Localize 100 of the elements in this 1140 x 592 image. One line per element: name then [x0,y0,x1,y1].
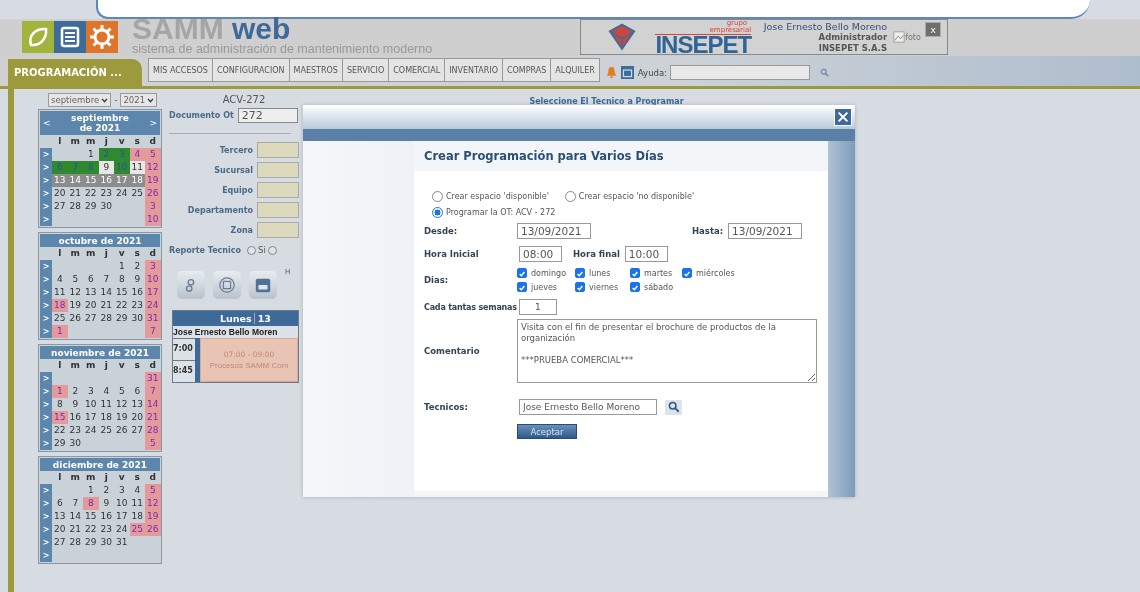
menu-item[interactable]: MAESTROS [289,58,343,82]
week-select-button[interactable]: > [40,299,52,312]
day-cell[interactable]: 13 [52,510,68,523]
radio-button[interactable] [432,191,443,202]
day-cell[interactable]: 10 [83,398,99,411]
day-cell[interactable]: 16 [98,510,114,523]
week-select-button[interactable]: > [40,187,52,200]
checkbox[interactable] [682,268,692,278]
day-cell[interactable]: 30 [67,437,83,450]
time-field[interactable]: 08:00 [519,246,562,262]
day-cell[interactable]: 20 [83,299,99,312]
menu-item[interactable]: ALQUILER [551,58,600,82]
day-cell[interactable]: 6 [129,385,145,398]
day-cell[interactable]: 9 [67,398,83,411]
day-cell[interactable]: 18 [98,411,114,424]
day-cell[interactable]: 11 [98,398,114,411]
text-field[interactable] [257,142,299,158]
day-cell[interactable]: 6 [52,497,68,510]
close-button[interactable]: x [925,22,942,37]
date-field[interactable]: 13/09/2021 [517,223,591,239]
day-cell[interactable]: 15 [114,286,130,299]
day-cell[interactable]: 7 [98,273,114,286]
week-select-button[interactable]: > [40,497,52,510]
month-select[interactable]: septiembre [48,93,112,107]
checkbox[interactable] [517,282,527,292]
week-select-button[interactable]: > [40,174,52,187]
day-cell[interactable]: 2 [67,385,83,398]
technician-field[interactable]: Jose Ernesto Bello Moreno [519,399,657,415]
checkbox[interactable] [575,268,585,278]
checkbox[interactable] [630,268,640,278]
radio-button[interactable] [247,245,257,255]
day-cell[interactable]: 4 [129,484,145,497]
week-select-button[interactable]: > [40,549,52,562]
week-select-button[interactable]: > [40,161,52,174]
day-cell[interactable]: 2 [98,484,114,497]
day-cell[interactable]: 25 [129,187,145,200]
close-button[interactable] [834,108,852,126]
week-select-button[interactable]: > [40,213,52,226]
day-cell[interactable]: 22 [114,299,130,312]
week-select-button[interactable]: > [40,424,52,437]
radio-button[interactable] [564,191,576,202]
day-cell[interactable]: 19 [114,411,130,424]
day-cell[interactable]: 16 [67,411,83,424]
day-cell[interactable]: 30 [129,312,145,325]
day-cell[interactable]: 13 [129,398,145,411]
time-field[interactable]: 10:00 [624,246,668,262]
radio-button[interactable] [432,207,443,218]
menu-item[interactable]: SERVICIO [342,58,390,82]
text-field[interactable] [257,162,299,178]
day-cell[interactable]: 5 [67,273,83,286]
radio-button[interactable] [267,245,277,255]
day-cell[interactable]: 22 [52,424,68,437]
day-cell[interactable]: 17 [83,411,99,424]
day-cell[interactable]: 23 [129,299,145,312]
menu-item[interactable]: MIS ACCESOS [148,58,213,82]
day-cell[interactable]: 4 [98,385,114,398]
help-search-field[interactable] [670,65,810,80]
day-cell[interactable]: 24 [114,523,130,536]
day-cell[interactable]: 26 [67,312,83,325]
week-select-button[interactable]: > [40,398,52,411]
day-cell[interactable]: 23 [67,424,83,437]
day-cell[interactable]: 19 [145,174,161,187]
menu-item[interactable]: INVENTARIO [445,58,503,82]
day-cell[interactable]: 14 [98,286,114,299]
day-cell[interactable]: 20 [52,523,68,536]
calendar-button[interactable] [213,271,241,299]
day-cell[interactable]: 13 [83,286,99,299]
week-select-button[interactable]: > [40,484,52,497]
day-cell[interactable]: 9 [98,497,114,510]
menu-item[interactable]: COMPRAS [502,58,552,82]
day-cell[interactable]: 21 [67,187,83,200]
previous-month-button[interactable]: < [40,118,54,128]
day-cell[interactable]: 27 [52,536,68,549]
archive-button[interactable] [249,271,277,299]
text-field[interactable] [257,182,299,198]
day-cell[interactable]: 20 [129,411,145,424]
bell-icon[interactable] [605,66,617,79]
day-cell[interactable]: 30 [98,536,114,549]
number-field[interactable]: 1 [518,299,557,315]
day-cell[interactable]: 23 [98,523,114,536]
day-cell[interactable]: 19 [67,299,83,312]
calendar-icon[interactable] [620,66,634,79]
week-select-button[interactable]: > [40,200,52,213]
day-cell[interactable]: 18 [129,510,145,523]
day-cell[interactable]: 12 [114,398,130,411]
day-cell[interactable]: 11 [52,286,68,299]
day-cell[interactable]: 30 [98,200,114,213]
menu-item[interactable]: COMERCIAL [389,58,446,82]
search-button[interactable] [665,399,682,415]
document-field[interactable]: 272 [237,108,298,123]
week-select-button[interactable]: > [40,437,52,450]
checkbox[interactable] [630,282,640,292]
day-cell[interactable]: 8 [52,398,68,411]
day-cell[interactable]: 1 [83,148,99,161]
week-select-button[interactable]: > [40,411,52,424]
day-cell[interactable]: 14 [67,510,83,523]
day-cell[interactable]: 22 [83,523,99,536]
day-cell[interactable]: 27 [52,200,68,213]
day-cell[interactable]: 24 [83,424,99,437]
users-button[interactable] [177,271,205,299]
